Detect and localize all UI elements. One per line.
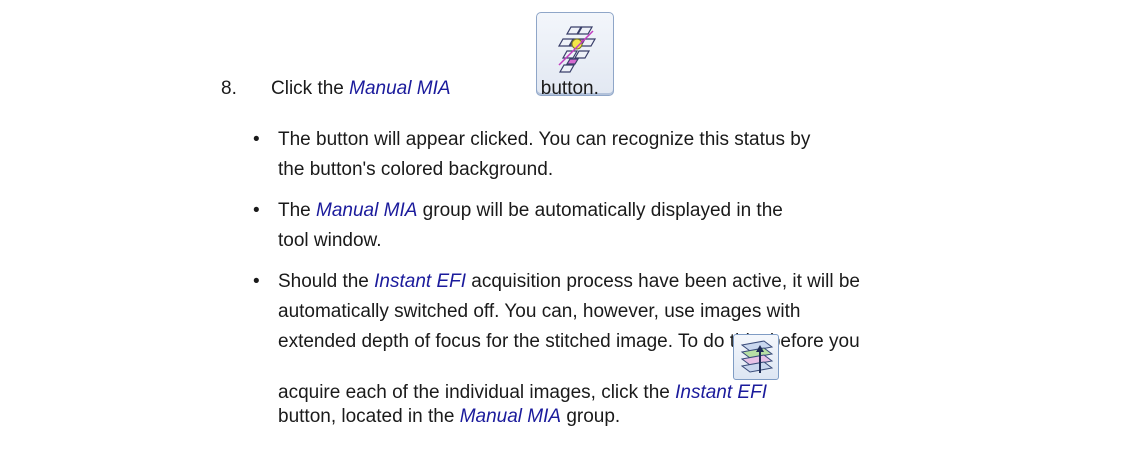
manual-mia-link: Manual MIA [316, 200, 418, 221]
bullet-item: The button will appear clicked. You can … [278, 125, 818, 185]
bullet-symbol: • [253, 129, 260, 150]
instant-efi-link: Instant EFI [675, 382, 767, 403]
document-page: 8. Click the Manual MIA button. • The but… [0, 0, 1148, 455]
step-number: 8. [221, 78, 237, 99]
bullet-line: Should the Instant EFI acquisition proce… [278, 271, 860, 292]
bullet-text-pre: The [278, 200, 317, 221]
instant-efi-link: Instant EFI [374, 271, 467, 292]
manual-mia-link: Manual MIA [349, 78, 451, 99]
bullet-line: automatically switched off. You can, how… [278, 301, 801, 322]
bullet-symbol: • [253, 271, 260, 292]
bullet-line: extended depth of focus for the stitched… [278, 331, 860, 352]
bullet-item: The Manual MIA group will be automatical… [278, 196, 798, 256]
step-text-post: button. [535, 78, 599, 99]
step-text-pre: Click the [271, 78, 350, 99]
instant-efi-icon[interactable] [733, 334, 779, 380]
bullet-symbol: • [253, 200, 260, 221]
bullet-text: The button will appear clicked. You can … [278, 129, 811, 180]
bullet-item: Should the Instant EFI acquisition proce… [278, 267, 1138, 432]
manual-mia-link: Manual MIA [459, 406, 562, 427]
step-item: 8. Click the Manual MIA button. [221, 77, 599, 101]
